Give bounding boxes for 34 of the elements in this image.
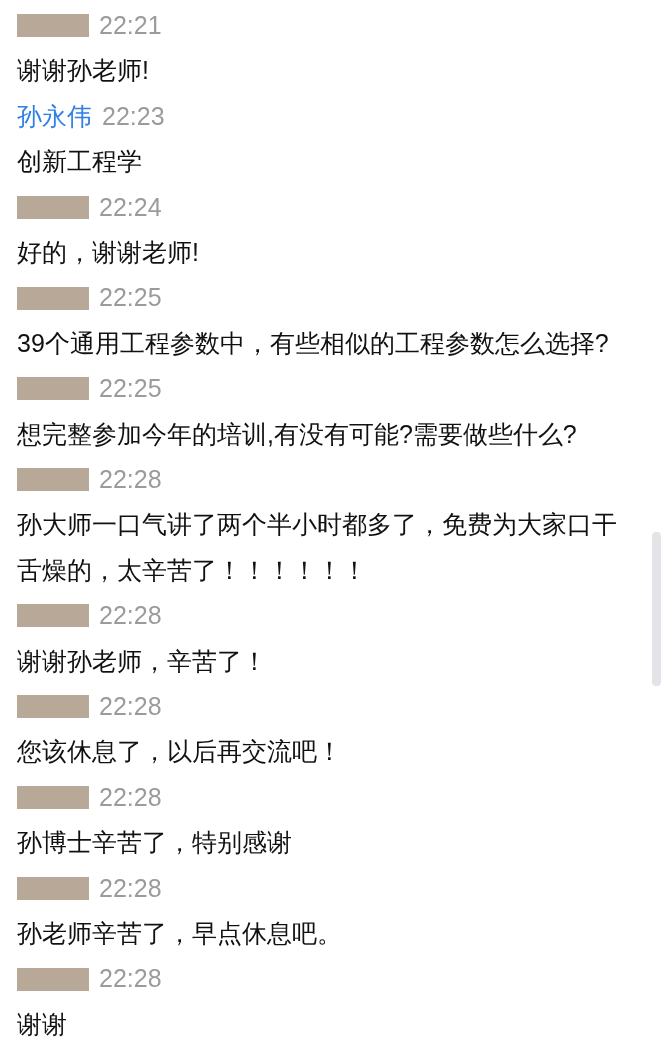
scrollbar-thumb[interactable]	[652, 532, 661, 686]
timestamp: 22:28	[99, 691, 162, 722]
redaction-block	[17, 195, 89, 219]
redaction-block	[17, 876, 89, 900]
timestamp: 22:28	[99, 781, 162, 813]
redaction-block	[17, 14, 89, 38]
timestamp: 22:28	[99, 464, 162, 495]
timestamp: 22:25	[99, 282, 162, 314]
redaction-block	[17, 695, 89, 719]
message-text: 谢谢孙老师!	[17, 55, 150, 87]
redaction-block	[17, 785, 89, 809]
timestamp: 22:23	[102, 100, 165, 132]
timestamp: 22:28	[99, 600, 162, 632]
redaction-block	[17, 468, 89, 492]
timestamp: 22:28	[99, 963, 162, 995]
redaction-block	[17, 967, 89, 991]
message-text: 孙大师一口气讲了两个半小时都多了，免费为大家口干舌燥的，太辛苦了！！！！！！	[17, 509, 618, 586]
timestamp: 22:25	[99, 373, 162, 405]
message-text: 创新工程学	[17, 146, 143, 178]
message-text: 孙博士辛苦了，特别感谢	[17, 827, 293, 859]
message-text: 孙老师辛苦了，早点休息吧。	[17, 917, 343, 949]
message-text: 39个通用工程参数中，有些相似的工程参数怎么选择?	[17, 327, 610, 359]
sender-name: 孙永伟	[17, 100, 92, 132]
redaction-block	[17, 604, 89, 628]
redaction-block	[17, 377, 89, 401]
message-text: 好的，谢谢老师!	[17, 237, 200, 268]
message-text: 想完整参加今年的培训,有没有可能?需要做些什么?	[17, 418, 578, 450]
message-text: 您该休息了，以后再交流吧！	[17, 736, 343, 768]
redaction-block	[17, 286, 89, 310]
timestamp: 22:24	[99, 191, 162, 223]
timestamp: 22:28	[99, 872, 162, 904]
message-text: 谢谢孙老师，辛苦了！	[17, 645, 268, 677]
timestamp: 22:21	[99, 10, 162, 41]
message-text: 谢谢	[17, 1008, 68, 1040]
